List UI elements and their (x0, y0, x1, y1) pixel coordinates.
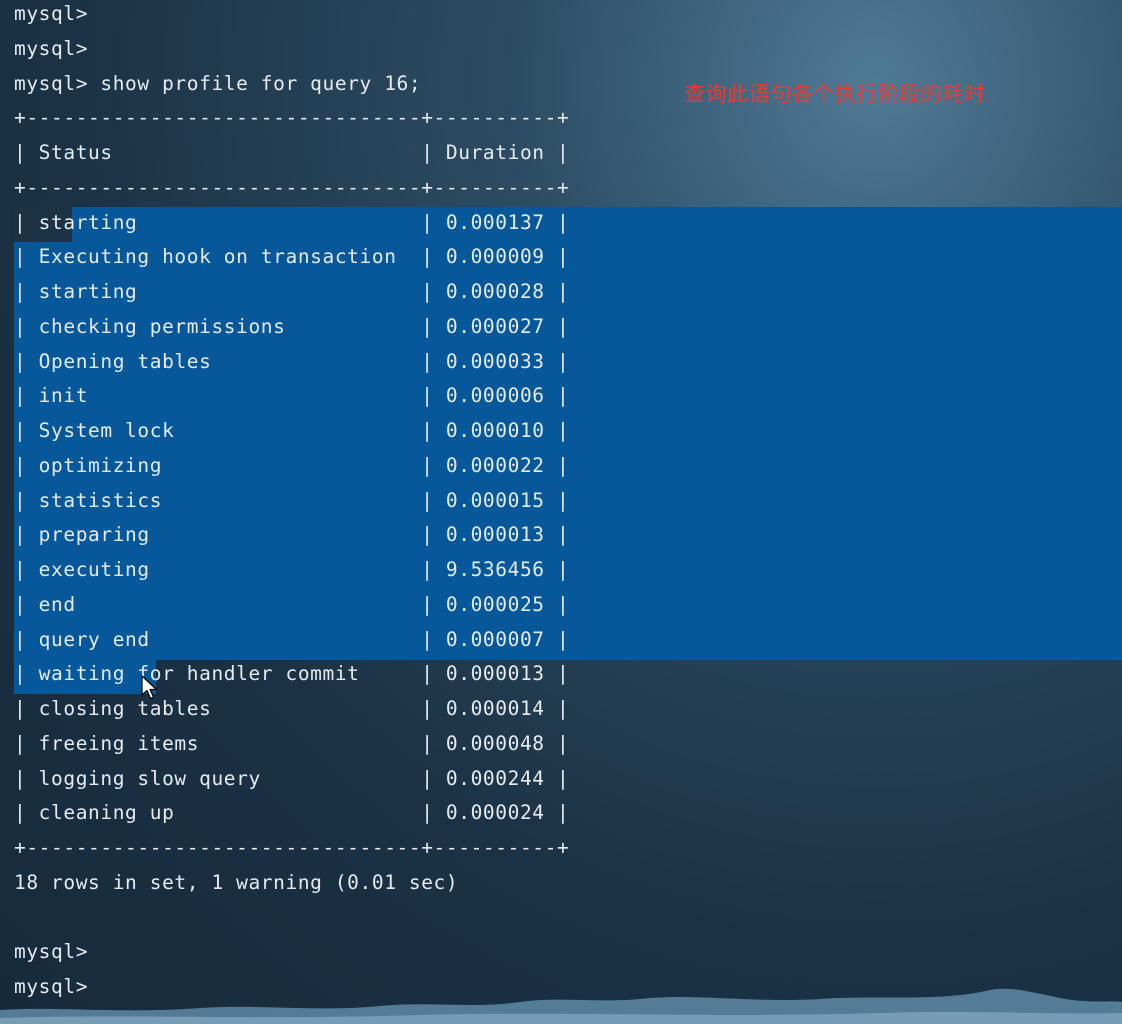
table-row: | starting | 0.000028 | (14, 280, 570, 303)
annotation-note: 查询此语句各个执行阶段的耗时 (684, 82, 985, 106)
table-border: +--------------------------------+------… (14, 175, 570, 199)
table-row: | preparing | 0.000013 | (14, 523, 570, 547)
table-row: | System lock | 0.000010 | (14, 419, 570, 442)
table-row: | freeing items | 0.000048 | (14, 731, 570, 755)
terminal-window[interactable]: mysql> mysql> mysql> show profile for quer… (0, 0, 1122, 1024)
prompt-line: mysql> (14, 2, 89, 25)
table-border: +--------------------------------+------… (14, 106, 570, 130)
table-row: | checking permissions | 0.000027 | (14, 314, 570, 338)
prompt-line: mysql> (14, 36, 89, 60)
table-row: | query end | 0.000007 | (14, 627, 570, 651)
table-row: | statistics | 0.000015 | (14, 488, 570, 512)
bottom-landscape-decoration (0, 988, 1122, 1024)
table-row: | Executing hook on transaction | 0.0000… (14, 245, 570, 269)
table-row: | starting | 0.000137 | (14, 210, 570, 234)
table-border: +--------------------------------+------… (14, 836, 570, 859)
table-row: | executing | 9.536456 | (14, 558, 570, 581)
table-row: | optimizing | 0.000022 | (14, 453, 570, 477)
table-row: | closing tables | 0.000014 | (14, 697, 570, 720)
result-summary: 18 rows in set, 1 warning (0.01 sec) (14, 870, 459, 894)
table-row: | end | 0.000025 | (14, 592, 570, 616)
prompt-line: mysql> (14, 940, 89, 964)
table-row: | logging slow query | 0.000244 | (14, 766, 570, 790)
command-line: mysql> show profile for query 16; (14, 71, 422, 95)
mouse-pointer-icon (141, 675, 158, 700)
table-row: | Opening tables | 0.000033 | (14, 349, 570, 373)
table-row: | init | 0.000006 | (14, 384, 570, 408)
table-header: | Status | Duration | (14, 141, 570, 164)
table-row: | cleaning up | 0.000024 | (14, 801, 570, 825)
table-row: | waiting for handler commit | 0.000013 … (14, 662, 570, 686)
